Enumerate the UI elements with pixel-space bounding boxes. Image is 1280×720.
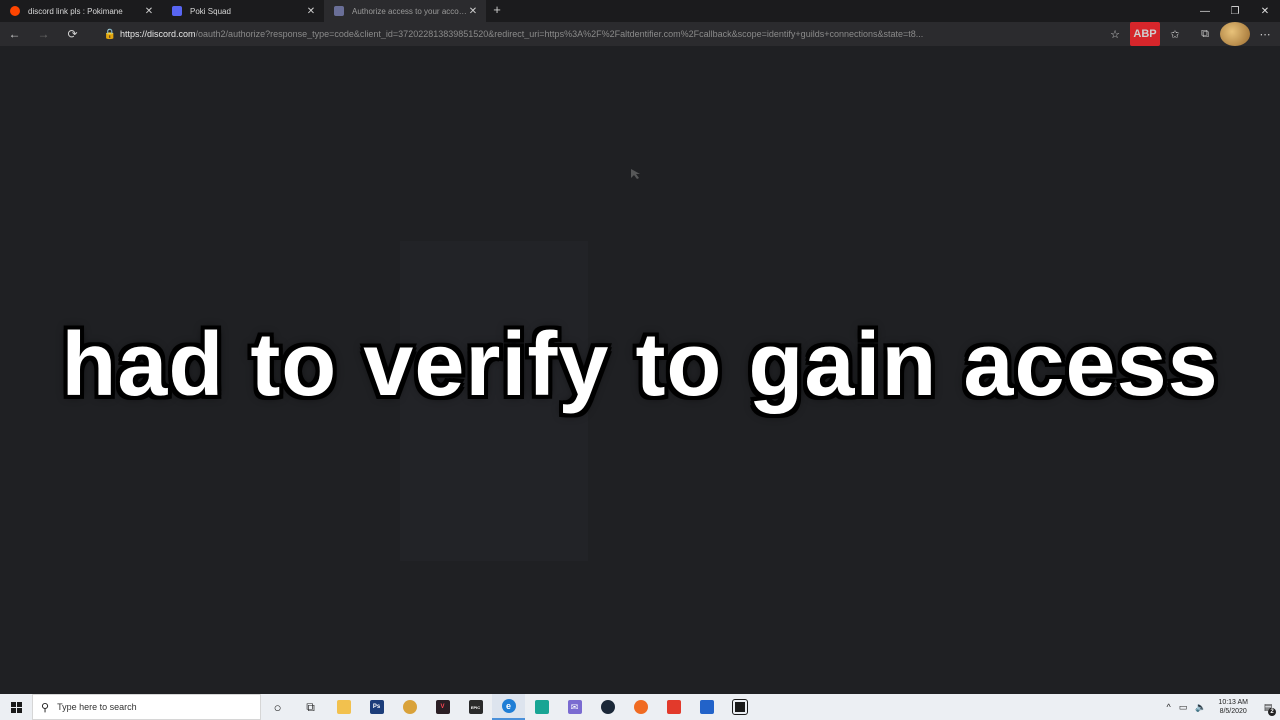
start-button[interactable] <box>0 694 32 720</box>
action-center-button[interactable]: ▤ 2 <box>1256 694 1280 720</box>
close-icon[interactable]: ✕ <box>144 6 154 17</box>
origin-button[interactable] <box>624 694 657 720</box>
tab-title: Authorize access to your account <box>352 6 468 16</box>
photoshop-button[interactable]: Ps <box>360 694 393 720</box>
volume-icon[interactable]: 🔈 <box>1191 702 1210 713</box>
close-window-button[interactable]: ✕ <box>1250 0 1280 22</box>
clock[interactable]: 10:13 AM 8/5/2020 <box>1210 698 1256 716</box>
address-host: https://discord.com <box>120 29 196 39</box>
visual-studio-icon <box>699 700 714 714</box>
search-icon: ⚲ <box>41 701 50 714</box>
favorites-icon[interactable]: ✩ <box>1160 22 1190 46</box>
terminal-icon <box>731 699 748 715</box>
chrome-button[interactable] <box>393 694 426 720</box>
epic-games-icon: EPIC <box>468 700 483 714</box>
cursor-icon <box>631 169 640 179</box>
new-tab-button[interactable]: + <box>486 0 508 22</box>
avatar <box>1220 22 1250 46</box>
tab-reddit[interactable]: discord link pls : Pokimane ✕ <box>0 0 162 22</box>
chrome-icon <box>402 700 417 714</box>
address-path: /oauth2/authorize?response_type=code&cli… <box>195 29 924 39</box>
cortana-button[interactable]: ○ <box>261 694 294 720</box>
lock-icon[interactable]: 🔒 <box>100 29 120 40</box>
discord-app-button[interactable] <box>525 694 558 720</box>
tab-title: Poki Squad <box>190 6 231 16</box>
tab-title: discord link pls : Pokimane <box>28 6 123 16</box>
task-view-icon: ⧉ <box>306 699 315 714</box>
steam-button[interactable] <box>591 694 624 720</box>
adblock-icon: ABP <box>1130 22 1160 46</box>
discord-icon <box>334 6 344 16</box>
notification-count: 2 <box>1268 708 1276 716</box>
task-view-button[interactable]: ⧉ <box>294 694 327 720</box>
overlay-caption: had to verify to gain acess <box>61 315 1219 415</box>
adblock-button[interactable]: ABP <box>1130 22 1160 46</box>
tab-authorize[interactable]: Authorize access to your account ✕ <box>324 0 486 22</box>
system-tray: ^ ▭ 🔈 10:13 AM 8/5/2020 ▤ 2 <box>1162 694 1280 720</box>
forward-button[interactable]: → <box>29 22 58 46</box>
browser-toolbar: ← → ⟳ 🔒 https://discord.com /oauth2/auth… <box>0 22 1280 46</box>
clock-date: 8/5/2020 <box>1219 708 1247 715</box>
visual-studio-button[interactable] <box>690 694 723 720</box>
minimize-button[interactable]: — <box>1190 0 1220 22</box>
close-icon[interactable]: ✕ <box>306 6 316 17</box>
valorant-icon: V <box>435 700 450 714</box>
network-icon[interactable]: ▭ <box>1175 702 1192 713</box>
favorite-star-icon[interactable]: ☆ <box>1100 22 1130 46</box>
mail-button[interactable]: ✉ <box>558 694 591 720</box>
tray-chevron-icon[interactable]: ^ <box>1162 702 1174 712</box>
tab-strip: discord link pls : Pokimane ✕ Poki Squad… <box>0 0 1280 22</box>
search-placeholder: Type here to search <box>57 702 137 712</box>
roblox-button[interactable] <box>657 694 690 720</box>
address-bar[interactable]: 🔒 https://discord.com /oauth2/authorize?… <box>100 24 1115 44</box>
page-content: had to verify to gain acess <box>0 46 1280 694</box>
more-menu-icon[interactable]: ⋯ <box>1250 22 1280 46</box>
restore-button[interactable]: ❐ <box>1220 0 1250 22</box>
reddit-icon <box>10 6 20 16</box>
clock-time: 10:13 AM <box>1218 699 1248 706</box>
back-button[interactable]: ← <box>0 22 29 46</box>
toolbar-icons: ☆ ABP ✩ ⧉ ⋯ <box>1100 22 1280 46</box>
profile-button[interactable] <box>1220 22 1250 46</box>
refresh-button[interactable]: ⟳ <box>58 22 87 46</box>
terminal-button[interactable] <box>723 694 756 720</box>
collections-icon[interactable]: ⧉ <box>1190 22 1220 46</box>
taskbar-search[interactable]: ⚲ Type here to search <box>32 694 261 720</box>
close-icon[interactable]: ✕ <box>468 6 478 17</box>
edge-button[interactable]: e <box>492 694 525 720</box>
file-explorer-icon <box>336 700 351 714</box>
edge-icon: e <box>501 699 516 713</box>
file-explorer-button[interactable] <box>327 694 360 720</box>
steam-icon <box>600 700 615 714</box>
epic-games-button[interactable]: EPIC <box>459 694 492 720</box>
discord-app-icon <box>534 700 549 714</box>
origin-icon <box>633 700 648 714</box>
roblox-icon <box>666 700 681 714</box>
windows-icon <box>10 701 22 713</box>
window-controls: — ❐ ✕ <box>1190 0 1280 22</box>
photoshop-icon: Ps <box>369 700 384 714</box>
valorant-button[interactable]: V <box>426 694 459 720</box>
discord-icon <box>172 6 182 16</box>
mail-icon: ✉ <box>567 700 582 714</box>
windows-taskbar: ⚲ Type here to search ○ ⧉ Ps V EPIC e ✉ … <box>0 694 1280 720</box>
cortana-icon: ○ <box>273 699 282 715</box>
tab-poki-squad[interactable]: Poki Squad ✕ <box>162 0 324 22</box>
